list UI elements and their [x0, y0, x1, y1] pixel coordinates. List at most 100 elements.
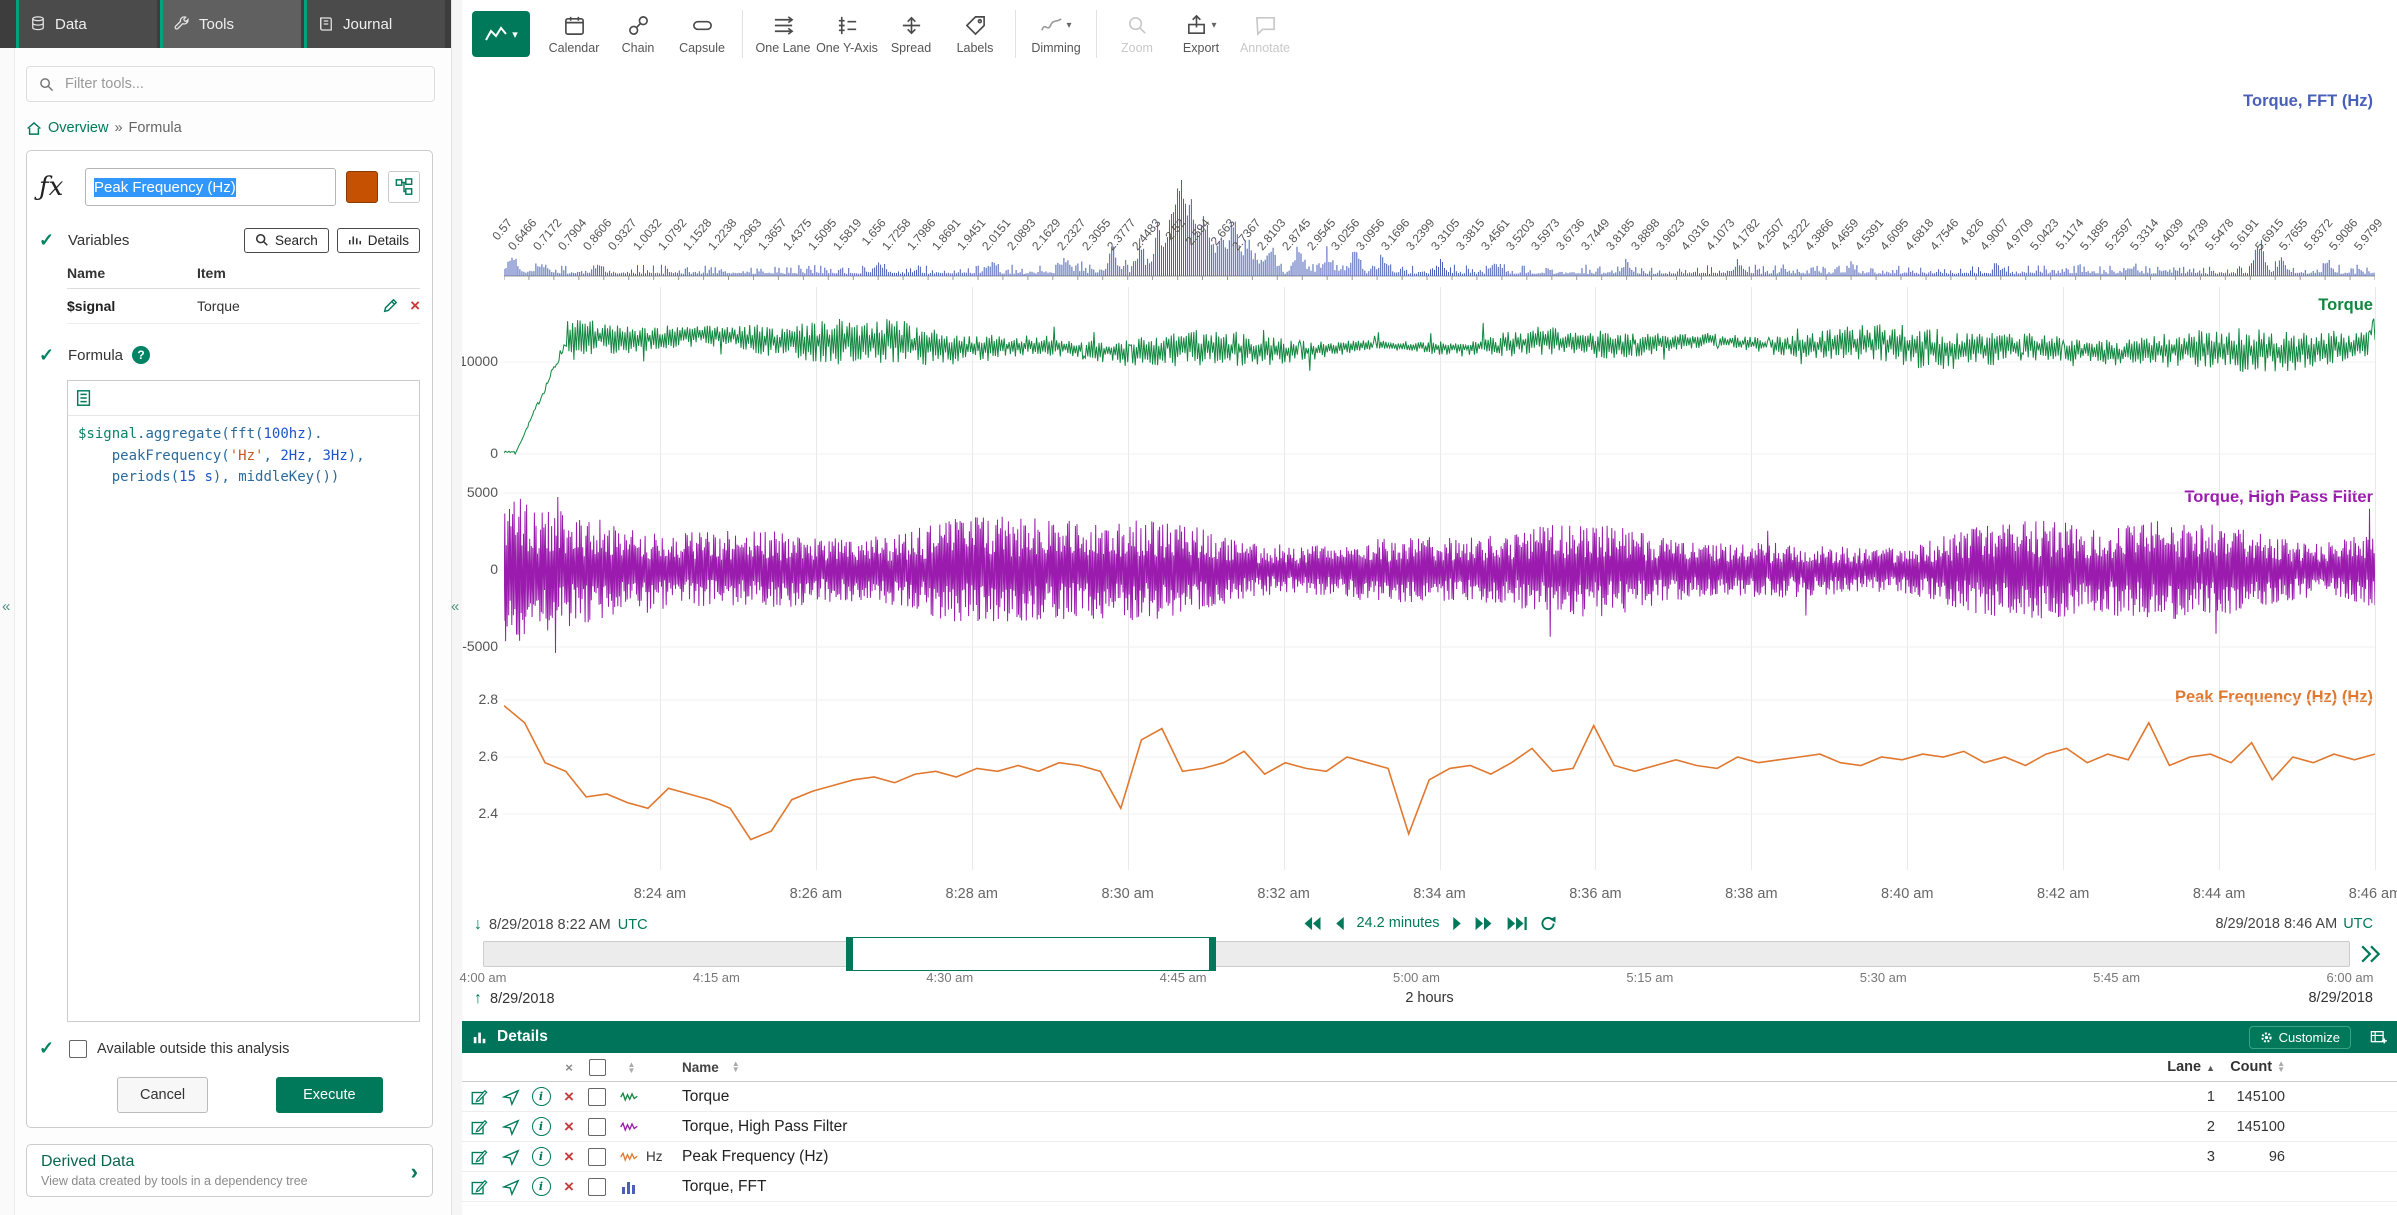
toolbar-export-button[interactable]: ▾ Export	[1171, 5, 1231, 63]
timeline-selected-window[interactable]	[846, 937, 1216, 971]
skip-to-end-button[interactable]	[1506, 916, 1528, 931]
remove-all-icon[interactable]: ×	[556, 1060, 582, 1075]
fast-forward-button[interactable]	[1474, 916, 1494, 931]
toolbar-spread-button[interactable]: Spread	[881, 5, 941, 63]
toolbar-one-y-axis-button[interactable]: One Y-Axis	[817, 5, 877, 63]
select-all-checkbox[interactable]	[589, 1059, 606, 1076]
collapse-panel-icon[interactable]: «	[451, 598, 459, 615]
send-item-icon[interactable]	[496, 1088, 526, 1106]
details-row[interactable]: i×Torque1145100	[462, 1082, 2397, 1112]
available-checkbox[interactable]	[69, 1040, 87, 1058]
toolbar-calendar-button[interactable]: Calendar	[544, 5, 604, 63]
edit-item-icon[interactable]	[462, 1178, 496, 1196]
range-start-timezone[interactable]: UTC	[618, 917, 648, 933]
customize-button[interactable]: Customize	[2249, 1026, 2351, 1049]
toolbar-capsule-button[interactable]: Capsule	[672, 5, 732, 63]
timeline-right-handle[interactable]	[1209, 938, 1216, 970]
details-row[interactable]: i× Torque, FFT	[462, 1172, 2397, 1202]
collapse-panel-left-icon[interactable]: «	[2, 598, 10, 615]
info-icon[interactable]: i	[526, 1147, 556, 1166]
trend-chart-region[interactable]: 8:24 am8:26 am8:28 am8:30 am8:32 am8:34 …	[462, 68, 2397, 910]
timeline-navigator[interactable]: 4:00 am4:15 am4:30 am4:45 am5:00 am5:15 …	[483, 941, 2350, 987]
toolbar-labels-button[interactable]: Labels	[945, 5, 1005, 63]
sort-icon[interactable]: ▲▼	[2277, 1061, 2285, 1073]
range-start-date[interactable]: 8/29/2018 8:22 AM	[489, 917, 611, 933]
details-row[interactable]: i×Torque, High Pass Filter2145100	[462, 1112, 2397, 1142]
send-item-icon[interactable]	[496, 1148, 526, 1166]
refresh-icon[interactable]	[1540, 916, 1557, 931]
edit-item-icon[interactable]	[462, 1088, 496, 1106]
timeline-left-handle[interactable]	[846, 938, 853, 970]
remove-variable-icon[interactable]: ×	[410, 299, 420, 313]
row-checkbox[interactable]	[588, 1118, 606, 1136]
info-icon[interactable]: i	[526, 1087, 556, 1106]
filter-tools-input[interactable]	[63, 75, 422, 93]
home-icon[interactable]	[26, 121, 42, 136]
derived-data-panel[interactable]: Derived Data View data created by tools …	[26, 1144, 433, 1197]
toolbar-dimming-button[interactable]: ▾ Dimming	[1026, 5, 1086, 63]
chevron-right-icon[interactable]: ›	[411, 1159, 418, 1185]
row-checkbox[interactable]	[588, 1088, 606, 1106]
fast-backward-button[interactable]	[1302, 916, 1322, 931]
range-duration[interactable]: 24.2 minutes	[1356, 915, 1439, 931]
high-pass-filter-plot[interactable]	[504, 480, 2375, 665]
book-icon	[317, 15, 335, 33]
sort-icon[interactable]: ▲▼	[732, 1061, 740, 1073]
dependency-tree-button[interactable]	[388, 171, 420, 203]
timeline-expand-icon[interactable]	[2360, 944, 2382, 969]
step-backward-button[interactable]	[1334, 916, 1344, 931]
cancel-button[interactable]: Cancel	[117, 1077, 208, 1113]
remove-item-icon[interactable]: ×	[556, 1150, 582, 1164]
send-item-icon[interactable]	[496, 1118, 526, 1136]
toolbar-one-lane-button[interactable]: One Lane	[753, 5, 813, 63]
send-item-icon[interactable]	[496, 1178, 526, 1196]
time-axis-label: 8:34 am	[1413, 886, 1465, 902]
remove-item-icon[interactable]: ×	[556, 1090, 582, 1104]
item-name[interactable]: Peak Frequency (Hz)	[676, 1148, 2145, 1166]
formula-editor[interactable]: $signal.aggregate(fft(100hz). peakFreque…	[67, 380, 420, 1022]
edit-item-icon[interactable]	[462, 1148, 496, 1166]
edit-pencil-icon[interactable]	[382, 298, 398, 314]
item-name[interactable]: Torque, FFT	[676, 1178, 2145, 1196]
function-list-icon[interactable]	[75, 389, 93, 407]
variables-details-button[interactable]: Details	[337, 228, 420, 253]
arrow-up-icon[interactable]: ↑	[474, 990, 482, 1008]
remove-item-icon[interactable]: ×	[556, 1180, 582, 1194]
color-swatch-button[interactable]	[346, 171, 378, 203]
info-icon[interactable]: i	[526, 1177, 556, 1196]
breadcrumb-overview-link[interactable]: Overview	[48, 120, 108, 136]
trend-view-button[interactable]: ▾	[472, 11, 530, 57]
remove-item-icon[interactable]: ×	[556, 1120, 582, 1134]
item-name[interactable]: Torque	[676, 1088, 2145, 1106]
range-end-date[interactable]: 8/29/2018 8:46 AM	[2215, 916, 2337, 932]
toolbar-chain-button[interactable]: Chain	[608, 5, 668, 63]
execute-button[interactable]: Execute	[276, 1077, 382, 1113]
row-checkbox[interactable]	[588, 1148, 606, 1166]
tab-data[interactable]: Data	[16, 0, 157, 48]
step-forward-button[interactable]	[1452, 916, 1462, 931]
column-header-name[interactable]: Name	[682, 1060, 719, 1075]
help-icon[interactable]: ?	[132, 346, 150, 364]
details-row[interactable]: i×HzPeak Frequency (Hz)396	[462, 1142, 2397, 1172]
tab-tools[interactable]: Tools	[160, 0, 301, 48]
tab-journal[interactable]: Journal	[304, 0, 445, 48]
variables-search-button[interactable]: Search	[244, 228, 329, 253]
sort-icon[interactable]: ▲▼	[628, 1062, 636, 1074]
formula-name-input[interactable]: Peak Frequency (Hz)	[85, 168, 336, 206]
item-name[interactable]: Torque, High Pass Filter	[676, 1118, 2145, 1136]
formula-name-row: ƒx Peak Frequency (Hz)	[39, 165, 420, 209]
timeline-track[interactable]	[483, 941, 2350, 967]
torque-plot[interactable]	[504, 287, 2375, 470]
column-header-count[interactable]: Count	[2230, 1059, 2272, 1075]
peak-frequency-plot[interactable]	[504, 680, 2375, 870]
info-icon[interactable]: i	[526, 1117, 556, 1136]
row-checkbox[interactable]	[588, 1178, 606, 1196]
range-end-timezone[interactable]: UTC	[2343, 916, 2373, 932]
column-header-lane[interactable]: Lane	[2167, 1059, 2201, 1075]
formula-code[interactable]: $signal.aggregate(fft(100hz). peakFreque…	[68, 416, 419, 497]
add-column-icon[interactable]	[2370, 1030, 2387, 1045]
capsule-icon	[691, 14, 714, 37]
arrow-down-icon[interactable]: ↓	[474, 916, 482, 934]
toolbar-separator	[1096, 10, 1097, 58]
edit-item-icon[interactable]	[462, 1118, 496, 1136]
